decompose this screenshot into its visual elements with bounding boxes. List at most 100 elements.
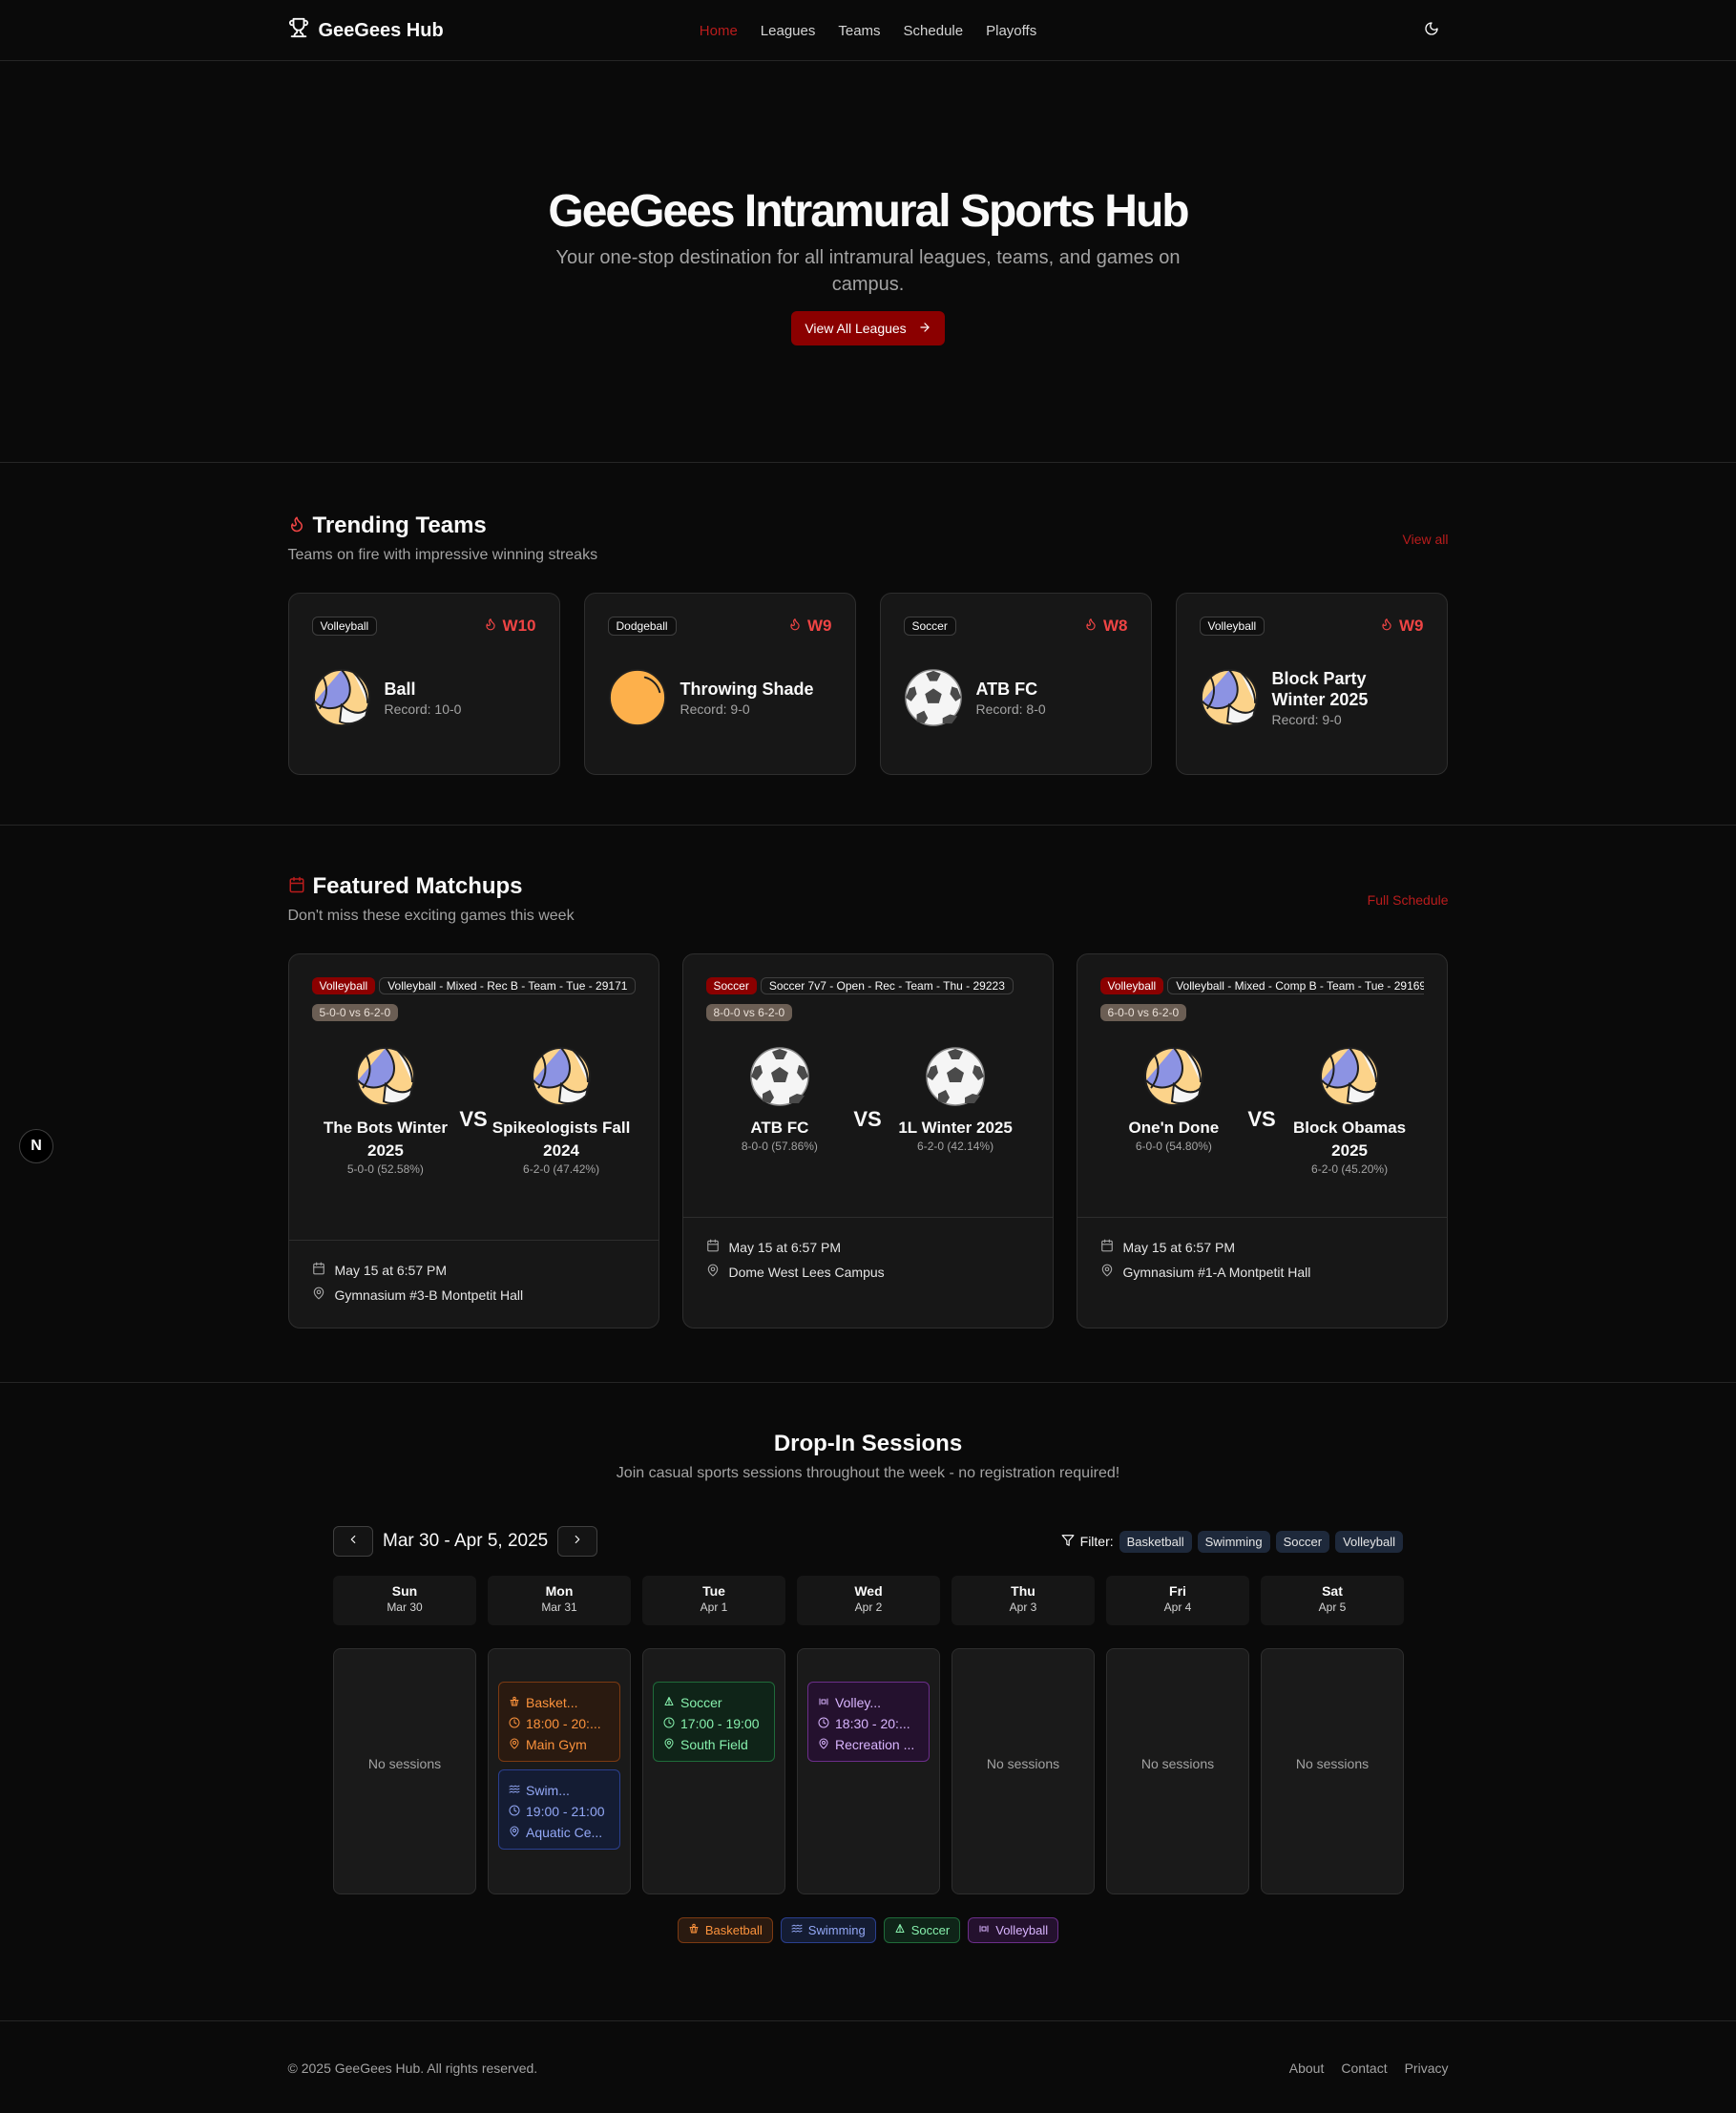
sport-badge: Soccer [705,977,757,994]
home-team[interactable]: One'n Done 6-0-0 (54.80%) [1100,1046,1248,1153]
day-name: Sun [391,1583,418,1599]
session-card[interactable]: Soccer 17:00 - 19:00 South Field [653,1682,775,1762]
clock-icon [818,1716,829,1731]
home-team[interactable]: The Bots Winter 2025 5-0-0 (52.58%) [312,1046,460,1176]
volleyball-icon [1200,668,1259,727]
no-sessions-label: No sessions [986,1756,1060,1771]
session-card[interactable]: Basket... 18:00 - 20:... Main Gym [498,1682,620,1762]
prev-week-button[interactable] [333,1526,373,1557]
away-team[interactable]: Spikeologists Fall 2024 6-2-0 (47.42%) [488,1046,636,1176]
team-name: ATB FC [975,680,1038,699]
day-header: Sat Apr 5 [1261,1576,1404,1625]
team-record: Record: 10-0 [384,701,462,717]
clock-icon [509,1804,520,1819]
brand-name: GeeGees Hub [318,19,444,41]
calendar-icon [312,1262,325,1278]
match-time: May 15 at 6:57 PM [728,1239,842,1255]
footer-link-privacy[interactable]: Privacy [1405,2061,1449,2076]
session-time: 17:00 - 19:00 [680,1716,760,1731]
nav-link-teams[interactable]: Teams [838,23,880,39]
filter-chip-swimming[interactable]: Swimming [1197,1530,1270,1553]
day-header: Thu Apr 3 [952,1576,1095,1625]
match-location: Dome West Lees Campus [728,1264,885,1280]
view-all-link[interactable]: View all [1403,532,1449,547]
next-week-button[interactable] [557,1526,598,1557]
session-sport: Volley... [835,1695,881,1710]
matchup-grid: Volleyball Volleyball - Mixed - Rec B - T… [287,953,1449,1328]
matchup-card[interactable]: Soccer Soccer 7v7 - Open - Rec - Team - T… [681,953,1054,1328]
match-details: May 15 at 6:57 PM Gymnasium #1-A Montpeti… [1077,1217,1447,1309]
day-column: No sessions [333,1648,476,1894]
legend-label: Soccer [910,1923,951,1937]
full-schedule-link[interactable]: Full Schedule [1368,892,1449,908]
trending-team-card[interactable]: Soccer W8 ATB FC Record: 8-0 [879,593,1152,775]
sport-legend: Basketball Swimming Soccer Volleyball [333,1917,1403,1943]
session-place: Main Gym [526,1737,587,1752]
win-streak: W9 [1380,617,1424,636]
nav-links: Home Leagues Teams Schedule Playoffs [700,23,1036,39]
dev-tools-badge[interactable]: N [19,1129,53,1163]
filter-chip-soccer[interactable]: Soccer [1275,1530,1330,1553]
team-name: Block Party Winter 2025 [1271,669,1369,709]
theme-toggle-button[interactable] [1414,13,1449,48]
brand-link[interactable]: GeeGees Hub [288,17,444,44]
home-team[interactable]: ATB FC 8-0-0 (57.86%) [706,1046,854,1153]
day-date: Apr 3 [1009,1600,1037,1614]
home-team-record: 6-0-0 (54.80%) [1135,1140,1212,1153]
nav-link-schedule[interactable]: Schedule [904,23,964,39]
away-team[interactable]: Block Obamas 2025 6-2-0 (45.20%) [1276,1046,1424,1176]
calendar-days: Sun Mar 30 Mon Mar 31 Tue Apr 1 Wed Apr 2 Thu Apr… [333,1576,1404,1894]
net-icon [818,1695,829,1710]
moon-icon [1424,21,1439,41]
volleyball-icon [355,1046,416,1107]
session-sport: Basket... [526,1695,578,1710]
nav-link-playoffs[interactable]: Playoffs [986,23,1036,39]
legend-chip: Volleyball [968,1917,1059,1943]
day-date: Apr 2 [854,1600,883,1614]
chevron-left-icon [346,1533,360,1551]
trending-team-grid: Volleyball W10 Ball Record: 10-0 Dodgeball W9… [287,593,1449,775]
matchup-card[interactable]: Volleyball Volleyball - Mixed - Rec B - T… [287,953,659,1328]
matchup-card[interactable]: Volleyball Volleyball - Mixed - Comp B - … [1076,953,1448,1328]
day-header: Sun Mar 30 [333,1576,476,1625]
footer-link-contact[interactable]: Contact [1341,2061,1387,2076]
team-name: Throwing Shade [680,680,814,699]
session-card[interactable]: Swim... 19:00 - 21:00 Aquatic Ce... [498,1769,620,1850]
trophy-icon [288,17,309,44]
featured-subtitle: Don't miss these exciting games this wee… [287,908,575,924]
flame-icon [484,617,497,636]
away-team-record: 6-2-0 (47.42%) [523,1162,600,1176]
map-pin-icon [509,1825,520,1840]
view-all-leagues-button[interactable]: View All Leagues [791,311,945,346]
day-column: Volley... 18:30 - 20:... Recreation ... [797,1648,940,1894]
filter-chip-basketball[interactable]: Basketball [1119,1530,1192,1553]
featured-title: Featured Matchups [312,873,523,899]
hero-section: GeeGees Intramural Sports Hub Your one-s… [0,61,1736,463]
cta-label: View All Leagues [805,321,907,337]
streak-label: W9 [807,617,832,635]
footer-link-about[interactable]: About [1289,2061,1325,2076]
day-date: Mar 30 [387,1600,423,1614]
session-time: 18:30 - 20:... [835,1716,910,1731]
chevron-right-icon [571,1533,584,1551]
nav-link-home[interactable]: Home [700,23,738,39]
day-name: Thu [1011,1583,1035,1599]
trending-team-card[interactable]: Volleyball W9 Block Party Winter 2025 Recor… [1175,593,1448,775]
day-name: Tue [702,1583,725,1599]
calendar-icon [1100,1239,1114,1255]
hero-subtitle: Your one-stop destination for all intram… [555,247,1181,296]
away-team-record: 6-2-0 (42.14%) [917,1140,994,1153]
filter-chip-volleyball[interactable]: Volleyball [1335,1530,1403,1553]
flame-icon [1380,617,1393,636]
map-pin-icon [818,1737,829,1752]
trending-team-card[interactable]: Volleyball W10 Ball Record: 10-0 [287,593,560,775]
flame-icon [1084,617,1098,636]
day-date: Apr 5 [1318,1600,1347,1614]
soccer-icon [925,1046,986,1107]
home-team-name: ATB FC [750,1119,809,1137]
session-card[interactable]: Volley... 18:30 - 20:... Recreation ... [807,1682,930,1762]
trending-team-card[interactable]: Dodgeball W9 Throwing Shade Record: 9-0 [583,593,856,775]
nav-link-leagues[interactable]: Leagues [761,23,816,39]
away-team[interactable]: 1L Winter 2025 6-2-0 (42.14%) [882,1046,1030,1153]
team-record: Record: 8-0 [975,701,1046,717]
